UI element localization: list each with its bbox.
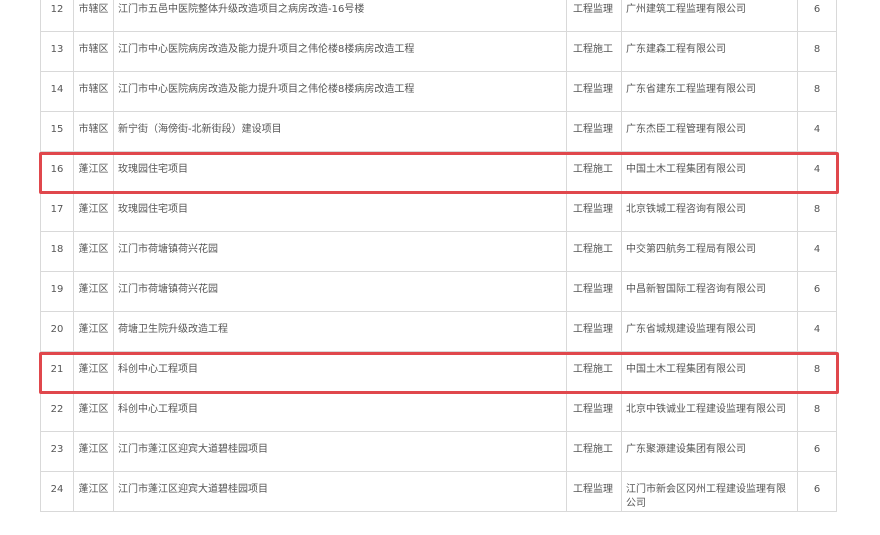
table-row: 16 蓬江区 玫瑰园住宅项目 工程施工 中国土木工程集团有限公司 4 bbox=[40, 151, 837, 192]
district-cell: 市辖区 bbox=[73, 31, 114, 72]
row-number: 24 bbox=[40, 471, 74, 512]
score-cell: 8 bbox=[797, 31, 837, 72]
company-cell: 中国土木工程集团有限公司 bbox=[621, 351, 798, 392]
row-number: 23 bbox=[40, 431, 74, 472]
company-cell: 广东建森工程有限公司 bbox=[621, 31, 798, 72]
company-cell: 广东杰臣工程管理有限公司 bbox=[621, 111, 798, 152]
work-type-cell: 工程监理 bbox=[566, 191, 622, 232]
table-row: 13 市辖区 江门市中心医院病房改造及能力提升项目之伟伦楼8楼病房改造工程 工程施工广… bbox=[40, 31, 837, 72]
company-cell: 北京中铁诚业工程建设监理有限公司 bbox=[621, 391, 798, 432]
row-number: 18 bbox=[40, 231, 74, 272]
work-type-cell: 工程施工 bbox=[566, 351, 622, 392]
table-row: 22 蓬江区 科创中心工程项目 工程监理 北京中铁诚业工程建设监理有限公司 8 bbox=[40, 391, 837, 432]
district-cell: 蓬江区 bbox=[73, 151, 114, 192]
work-type-cell: 工程监理 bbox=[566, 471, 622, 512]
work-type-cell: 工程监理 bbox=[566, 71, 622, 112]
company-cell: 广东省城规建设监理有限公司 bbox=[621, 311, 798, 352]
table-row: 12 市辖区 江门市五邑中医院整体升级改造项目之病房改造-16号楼 工程监理 广州建筑工… bbox=[40, 0, 837, 32]
project-name-cell: 新宁街（海傍街-北新街段）建设项目 bbox=[113, 111, 567, 152]
project-name-cell: 江门市蓬江区迎宾大道碧桂园项目 bbox=[113, 431, 567, 472]
company-cell: 中交第四航务工程局有限公司 bbox=[621, 231, 798, 272]
score-cell: 6 bbox=[797, 271, 837, 312]
row-number: 22 bbox=[40, 391, 74, 432]
table-row: 20 蓬江区 荷塘卫生院升级改造工程 工程监理 广东省城规建设监理有限公司 4 bbox=[40, 311, 837, 352]
score-cell: 4 bbox=[797, 311, 837, 352]
district-cell: 蓬江区 bbox=[73, 191, 114, 232]
project-name-cell: 江门市荷塘镇荷兴花园 bbox=[113, 271, 567, 312]
row-number: 13 bbox=[40, 31, 74, 72]
score-cell: 4 bbox=[797, 231, 837, 272]
table-row: 23 蓬江区 江门市蓬江区迎宾大道碧桂园项目 工程施工 广东聚源建设集团有限公司 6 bbox=[40, 431, 837, 472]
table-row: 21 蓬江区 科创中心工程项目 工程施工 中国土木工程集团有限公司 8 bbox=[40, 351, 837, 392]
table-row: 24 蓬江区 江门市蓬江区迎宾大道碧桂园项目 工程监理 江门市新会区冈州工程建设监理有限… bbox=[40, 471, 837, 512]
table-row: 18 蓬江区 江门市荷塘镇荷兴花园 工程施工 中交第四航务工程局有限公司 4 bbox=[40, 231, 837, 272]
work-type-cell: 工程监理 bbox=[566, 391, 622, 432]
district-cell: 蓬江区 bbox=[73, 311, 114, 352]
district-cell: 蓬江区 bbox=[73, 471, 114, 512]
district-cell: 市辖区 bbox=[73, 71, 114, 112]
work-type-cell: 工程监理 bbox=[566, 111, 622, 152]
district-cell: 蓬江区 bbox=[73, 351, 114, 392]
work-type-cell: 工程施工 bbox=[566, 431, 622, 472]
project-name-cell: 江门市中心医院病房改造及能力提升项目之伟伦楼8楼病房改造工程 bbox=[113, 31, 567, 72]
project-name-cell: 科创中心工程项目 bbox=[113, 351, 567, 392]
score-cell: 8 bbox=[797, 71, 837, 112]
project-name-cell: 江门市荷塘镇荷兴花园 bbox=[113, 231, 567, 272]
district-cell: 蓬江区 bbox=[73, 391, 114, 432]
project-name-cell: 江门市五邑中医院整体升级改造项目之病房改造-16号楼 bbox=[113, 0, 567, 32]
table-container: 12 市辖区 江门市五邑中医院整体升级改造项目之病房改造-16号楼 工程监理 广州建筑工… bbox=[40, 0, 837, 512]
company-cell: 广东聚源建设集团有限公司 bbox=[621, 431, 798, 472]
row-number: 15 bbox=[40, 111, 74, 152]
score-cell: 4 bbox=[797, 111, 837, 152]
score-cell: 8 bbox=[797, 191, 837, 232]
row-number: 20 bbox=[40, 311, 74, 352]
table-row: 17 蓬江区 玫瑰园住宅项目 工程监理 北京铁城工程咨询有限公司 8 bbox=[40, 191, 837, 232]
row-number: 17 bbox=[40, 191, 74, 232]
table-body: 12 市辖区 江门市五邑中医院整体升级改造项目之病房改造-16号楼 工程监理 广州建筑工… bbox=[40, 0, 837, 512]
project-name-cell: 科创中心工程项目 bbox=[113, 391, 567, 432]
work-type-cell: 工程施工 bbox=[566, 151, 622, 192]
table-row: 15 市辖区 新宁街（海傍街-北新街段）建设项目 工程监理 广东杰臣工程管理有限公司 4 bbox=[40, 111, 837, 152]
row-number: 21 bbox=[40, 351, 74, 392]
table-row: 14 市辖区 江门市中心医院病房改造及能力提升项目之伟伦楼8楼病房改造工程 工程监理广… bbox=[40, 71, 837, 112]
work-type-cell: 工程监理 bbox=[566, 271, 622, 312]
work-type-cell: 工程监理 bbox=[566, 311, 622, 352]
score-cell: 6 bbox=[797, 0, 837, 32]
work-type-cell: 工程施工 bbox=[566, 231, 622, 272]
row-number: 19 bbox=[40, 271, 74, 312]
company-cell: 广东省建东工程监理有限公司 bbox=[621, 71, 798, 112]
company-cell: 中昌新智国际工程咨询有限公司 bbox=[621, 271, 798, 312]
score-cell: 8 bbox=[797, 391, 837, 432]
project-name-cell: 江门市中心医院病房改造及能力提升项目之伟伦楼8楼病房改造工程 bbox=[113, 71, 567, 112]
row-number: 16 bbox=[40, 151, 74, 192]
row-number: 12 bbox=[40, 0, 74, 32]
company-cell: 中国土木工程集团有限公司 bbox=[621, 151, 798, 192]
district-cell: 蓬江区 bbox=[73, 271, 114, 312]
project-name-cell: 江门市蓬江区迎宾大道碧桂园项目 bbox=[113, 471, 567, 512]
project-name-cell: 玫瑰园住宅项目 bbox=[113, 191, 567, 232]
project-table: 12 市辖区 江门市五邑中医院整体升级改造项目之病房改造-16号楼 工程监理 广州建筑工… bbox=[40, 0, 837, 512]
row-number: 14 bbox=[40, 71, 74, 112]
company-cell: 广州建筑工程监理有限公司 bbox=[621, 0, 798, 32]
score-cell: 4 bbox=[797, 151, 837, 192]
score-cell: 6 bbox=[797, 471, 837, 512]
score-cell: 6 bbox=[797, 431, 837, 472]
district-cell: 蓬江区 bbox=[73, 231, 114, 272]
work-type-cell: 工程施工 bbox=[566, 31, 622, 72]
work-type-cell: 工程监理 bbox=[566, 0, 622, 32]
district-cell: 市辖区 bbox=[73, 0, 114, 32]
project-name-cell: 荷塘卫生院升级改造工程 bbox=[113, 311, 567, 352]
company-cell: 北京铁城工程咨询有限公司 bbox=[621, 191, 798, 232]
district-cell: 蓬江区 bbox=[73, 431, 114, 472]
company-cell: 江门市新会区冈州工程建设监理有限公司 bbox=[621, 471, 798, 512]
district-cell: 市辖区 bbox=[73, 111, 114, 152]
table-row: 19 蓬江区 江门市荷塘镇荷兴花园 工程监理 中昌新智国际工程咨询有限公司 6 bbox=[40, 271, 837, 312]
project-name-cell: 玫瑰园住宅项目 bbox=[113, 151, 567, 192]
score-cell: 8 bbox=[797, 351, 837, 392]
